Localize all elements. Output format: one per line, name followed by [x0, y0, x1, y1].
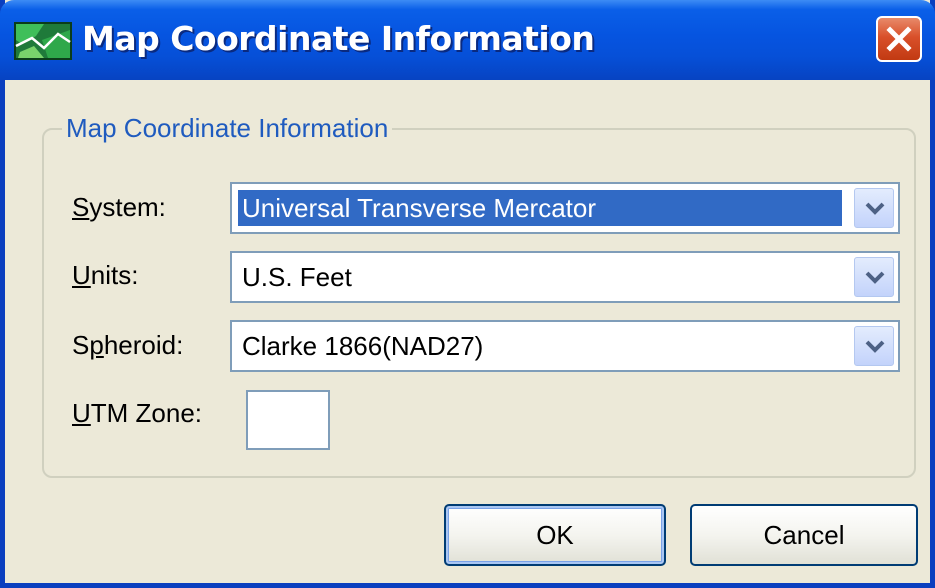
ok-button[interactable]: OK: [444, 504, 666, 566]
window-title: Map Coordinate Information: [82, 19, 595, 58]
chevron-down-icon: [865, 340, 885, 353]
spheroid-label-prefix: S: [72, 330, 90, 360]
utm-zone-input[interactable]: [246, 390, 330, 450]
units-label-text: nits:: [90, 260, 139, 290]
utm-zone-label-text: TM Zone:: [90, 398, 203, 428]
map-icon: [14, 22, 72, 60]
units-select[interactable]: U.S. Feet: [230, 251, 900, 303]
spheroid-label-mnemonic: p: [89, 330, 104, 360]
spheroid-label-text: heroid:: [103, 330, 184, 360]
system-select[interactable]: Universal Transverse Mercator: [230, 182, 900, 234]
cancel-button[interactable]: Cancel: [690, 504, 918, 566]
system-label-text: ystem:: [89, 192, 166, 222]
utm-zone-label: UTM Zone:: [72, 398, 202, 429]
units-label-mnemonic: U: [72, 260, 91, 290]
units-select-value: U.S. Feet: [242, 262, 352, 292]
title-bar[interactable]: Map Coordinate Information: [0, 0, 935, 80]
chevron-down-icon: [865, 271, 885, 284]
spheroid-label: Spheroid:: [72, 330, 183, 361]
spheroid-select-value: Clarke 1866(NAD27): [242, 331, 484, 361]
chevron-down-icon: [865, 202, 885, 215]
utm-zone-label-mnemonic: U: [72, 398, 91, 428]
units-dropdown-button[interactable]: [854, 257, 894, 297]
system-select-value: Universal Transverse Mercator: [238, 190, 842, 226]
units-label: Units:: [72, 260, 138, 291]
system-label: System:: [72, 192, 166, 223]
system-dropdown-button[interactable]: [854, 188, 894, 228]
spheroid-select[interactable]: Clarke 1866(NAD27): [230, 320, 900, 372]
spheroid-dropdown-button[interactable]: [854, 326, 894, 366]
system-label-mnemonic: S: [72, 192, 90, 222]
close-button[interactable]: [876, 16, 922, 62]
close-icon: [886, 26, 912, 52]
groupbox-legend: Map Coordinate Information: [62, 113, 393, 144]
